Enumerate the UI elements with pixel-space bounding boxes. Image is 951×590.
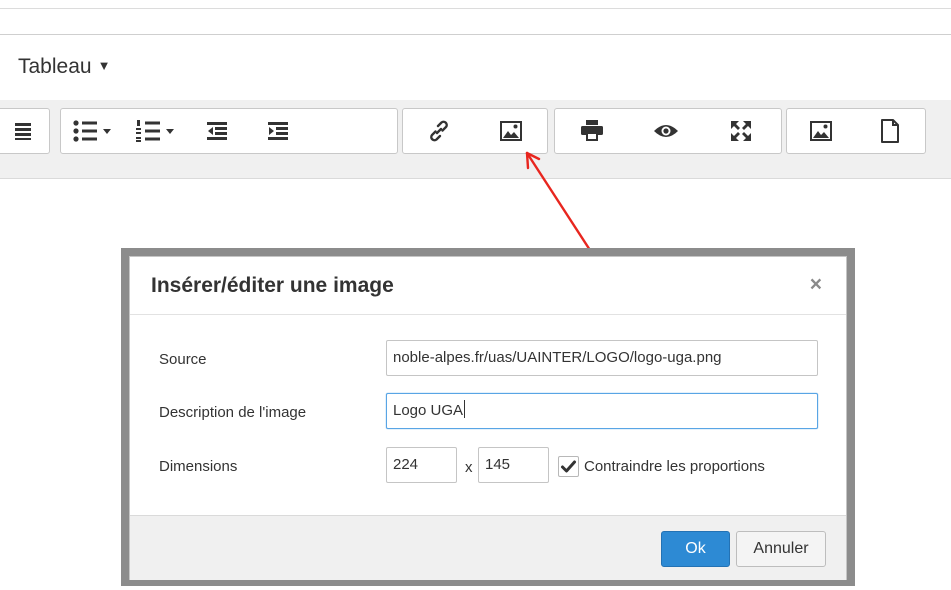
insert-image-dialog: Insérer/éditer une image × Source noble-… bbox=[129, 256, 847, 580]
text-cursor bbox=[464, 400, 466, 418]
description-label: Description de l'image bbox=[159, 404, 307, 421]
top-divider bbox=[0, 8, 951, 9]
preview-button[interactable] bbox=[629, 109, 703, 153]
menu-tableau[interactable]: Tableau ▼ bbox=[18, 55, 110, 79]
ok-button[interactable]: Ok bbox=[661, 531, 730, 567]
constrain-label: Contraindre les proportions bbox=[584, 458, 765, 475]
link-icon bbox=[427, 119, 451, 143]
width-input[interactable]: 224 bbox=[386, 447, 457, 483]
menu-tableau-label: Tableau bbox=[18, 55, 92, 78]
toolbar-group-misc bbox=[786, 108, 926, 154]
image-icon bbox=[810, 121, 832, 141]
dialog-footer: Ok Annuler bbox=[130, 515, 846, 580]
numbered-list-button[interactable] bbox=[123, 109, 187, 153]
dimension-separator: x bbox=[465, 459, 473, 476]
align-justify-icon bbox=[13, 121, 33, 141]
preview-icon bbox=[653, 122, 679, 140]
checkmark-icon bbox=[561, 460, 576, 473]
description-input[interactable]: Logo UGA bbox=[386, 393, 818, 429]
image-button-2[interactable] bbox=[787, 109, 855, 153]
bullet-list-button[interactable] bbox=[61, 109, 123, 153]
align-justify-button[interactable] bbox=[0, 109, 49, 153]
toolbar-group-view bbox=[554, 108, 782, 154]
source-label: Source bbox=[159, 351, 207, 368]
menubar: Tableau ▼ bbox=[0, 34, 951, 102]
dialog-header-divider bbox=[130, 314, 846, 315]
new-document-icon bbox=[880, 119, 900, 143]
outdent-button[interactable] bbox=[187, 109, 247, 153]
image-button[interactable] bbox=[475, 109, 547, 153]
toolbar-group-lists bbox=[60, 108, 398, 154]
close-icon[interactable]: × bbox=[810, 273, 822, 297]
constrain-checkbox[interactable] bbox=[558, 456, 579, 477]
caret-down-icon: ▼ bbox=[97, 58, 111, 73]
indent-button[interactable] bbox=[247, 109, 309, 153]
toolbar-group-align bbox=[0, 108, 50, 154]
source-input[interactable]: noble-alpes.fr/uas/UAINTER/LOGO/logo-uga… bbox=[386, 340, 818, 376]
toolbar-group-insert bbox=[402, 108, 548, 154]
dimensions-label: Dimensions bbox=[159, 458, 238, 475]
cancel-button[interactable]: Annuler bbox=[736, 531, 826, 567]
numbered-list-icon bbox=[135, 120, 175, 142]
link-button[interactable] bbox=[403, 109, 475, 153]
fullscreen-button[interactable] bbox=[703, 109, 779, 153]
description-value: Logo UGA bbox=[393, 402, 464, 419]
image-icon bbox=[500, 121, 522, 141]
fullscreen-icon bbox=[730, 120, 752, 142]
editor-toolbar bbox=[0, 100, 951, 179]
indent-icon bbox=[267, 121, 289, 141]
height-input[interactable]: 145 bbox=[478, 447, 549, 483]
new-document-button[interactable] bbox=[855, 109, 925, 153]
dialog-title: Insérer/éditer une image bbox=[151, 274, 394, 297]
print-button[interactable] bbox=[555, 109, 629, 153]
bullet-list-icon bbox=[72, 120, 112, 142]
print-icon bbox=[580, 120, 604, 142]
outdent-icon bbox=[206, 121, 228, 141]
